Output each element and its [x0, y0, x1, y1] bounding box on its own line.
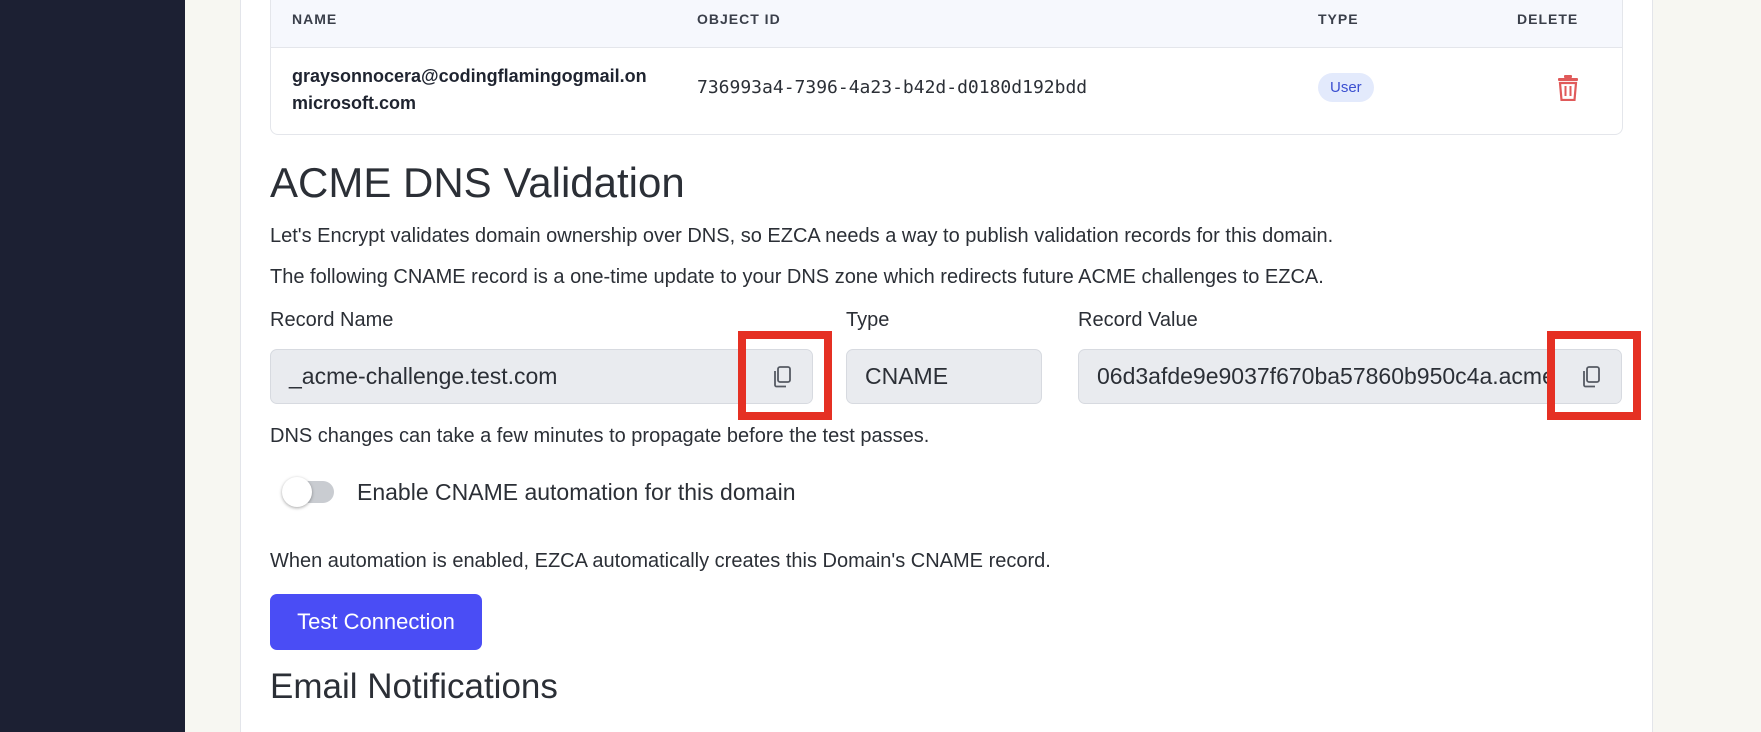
cname-automation-toggle-label: Enable CNAME automation for this domain: [357, 479, 796, 505]
column-header-type: TYPE: [1318, 11, 1359, 27]
cname-automation-toggle[interactable]: [282, 477, 334, 507]
member-name: graysonnocera@codingflamingogmail.onmicr…: [292, 66, 647, 113]
type-field[interactable]: CNAME: [846, 349, 1042, 404]
propagation-note: DNS changes can take a few minutes to pr…: [270, 425, 930, 447]
column-header-object-id: OBJECT ID: [697, 11, 781, 27]
record-name-value: _acme-challenge.test.com: [289, 363, 558, 389]
table-row: graysonnocera@codingflamingogmail.onmicr…: [271, 47, 1622, 133]
record-name-label: Record Name: [270, 309, 394, 331]
record-name-field[interactable]: _acme-challenge.test.com: [270, 349, 813, 404]
email-notifications-heading: Email Notifications: [270, 667, 558, 706]
acme-description-1: Let's Encrypt validates domain ownership…: [270, 225, 1334, 247]
record-value-field[interactable]: 06d3afde9e9037f670ba57860b950c4a.acme: [1078, 349, 1622, 404]
copy-record-value-button[interactable]: [1561, 350, 1621, 403]
toggle-knob: [282, 477, 312, 507]
record-value-label: Record Value: [1078, 309, 1198, 331]
column-header-delete: DELETE: [1517, 11, 1579, 27]
test-connection-button[interactable]: Test Connection: [270, 594, 482, 650]
automation-note: When automation is enabled, EZCA automat…: [270, 550, 1051, 572]
acme-dns-validation-heading: ACME DNS Validation: [270, 159, 685, 206]
trash-icon: [1558, 75, 1578, 102]
record-value-value: 06d3afde9e9037f670ba57860b950c4a.acme: [1097, 363, 1555, 389]
member-object-id: 736993a4-7396-4a23-b42d-d0180d192bdd: [697, 77, 1088, 98]
sidebar: [0, 0, 185, 732]
column-header-name: NAME: [292, 11, 338, 27]
delete-member-button[interactable]: [1557, 75, 1579, 102]
member-type-badge: User: [1318, 73, 1374, 102]
copy-icon: [774, 365, 791, 387]
type-label: Type: [846, 309, 890, 331]
acme-description-2: The following CNAME record is a one-time…: [270, 266, 1324, 288]
type-value: CNAME: [865, 363, 949, 389]
main-card: NAME OBJECT ID TYPE DELETE graysonnocera…: [240, 0, 1653, 732]
copy-icon: [1583, 365, 1600, 387]
members-table: NAME OBJECT ID TYPE DELETE graysonnocera…: [270, 0, 1623, 135]
copy-record-name-button[interactable]: [752, 350, 812, 403]
table-header: NAME OBJECT ID TYPE DELETE: [271, 0, 1622, 48]
